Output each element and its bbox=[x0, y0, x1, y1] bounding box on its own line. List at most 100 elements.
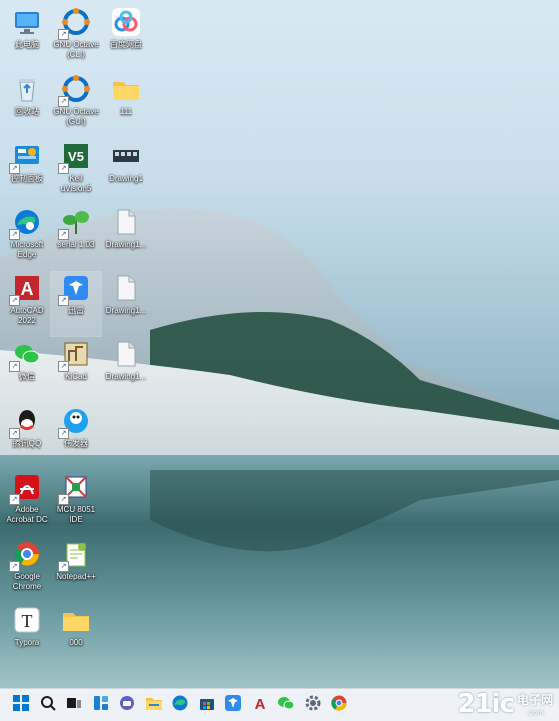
desktop-icon-label: Notepad++ bbox=[56, 572, 96, 581]
shortcut-arrow-icon: ↗ bbox=[9, 361, 20, 372]
folder-icon bbox=[110, 73, 142, 105]
desktop-icon-label: 百度网盘 bbox=[110, 40, 142, 49]
shortcut-arrow-icon: ↗ bbox=[58, 295, 69, 306]
desktop-icon[interactable]: ↗ KiCad bbox=[51, 338, 101, 402]
svg-text:A: A bbox=[21, 279, 34, 299]
shortcut-arrow-icon: ↗ bbox=[9, 295, 20, 306]
desktop-icon[interactable]: ↗ GNU Octave (CLI) bbox=[51, 6, 101, 70]
desktop-icon[interactable]: ↗ 伟发器 bbox=[51, 405, 101, 469]
desktop[interactable]: 此电脑 ↗ GNU Octave (CLI) 百度网盘回收站 ↗ GNU Octave (… bbox=[0, 0, 559, 688]
shortcut-arrow-icon: ↗ bbox=[58, 163, 69, 174]
shortcut-arrow-icon: ↗ bbox=[9, 561, 20, 572]
search-icon bbox=[39, 694, 57, 717]
desktop-icon-label: 000 bbox=[69, 638, 83, 647]
notepadpp-icon: ↗ bbox=[58, 538, 92, 572]
desktop-icon-label: 111 bbox=[119, 107, 133, 116]
watermark: 21ic 电子网 .com bbox=[457, 689, 553, 719]
shortcut-arrow-icon: ↗ bbox=[58, 229, 69, 240]
desktop-icon[interactable]: ↗ Notepad++ bbox=[51, 538, 101, 602]
desktop-icon[interactable]: 111 bbox=[101, 73, 151, 137]
desktop-icon[interactable]: ↗ 迅雷 bbox=[50, 271, 102, 337]
desktop-icon[interactable]: ↗ 微信 bbox=[2, 338, 52, 402]
desktop-icon[interactable]: V5 ↗ Keil uVision5 bbox=[51, 140, 101, 204]
shortcut-arrow-icon: ↗ bbox=[58, 361, 69, 372]
recycle-bin-icon bbox=[11, 73, 43, 105]
desktop-icon-label: Drawing1 bbox=[109, 174, 143, 183]
taskbar-autocad-button[interactable]: A bbox=[249, 694, 271, 716]
taskbar-xunlei-button[interactable] bbox=[222, 694, 244, 716]
chrome-icon bbox=[330, 694, 348, 717]
desktop-icon[interactable]: Drawing1... bbox=[101, 338, 151, 402]
desktop-icon[interactable]: ↗ 腾讯QQ bbox=[2, 405, 52, 469]
desktop-icon[interactable]: 此电脑 bbox=[2, 6, 52, 70]
xunlei-icon: ↗ bbox=[58, 272, 92, 306]
watermark-number: 21ic bbox=[457, 689, 515, 719]
shortcut-arrow-icon: ↗ bbox=[9, 229, 20, 240]
autocad-icon: A ↗ bbox=[9, 272, 43, 306]
folder-icon bbox=[60, 604, 92, 636]
desktop-icon-label: Drawing1... bbox=[105, 240, 147, 249]
file-explorer-icon bbox=[145, 694, 163, 717]
desktop-icon[interactable]: 000 bbox=[51, 604, 101, 668]
chat-icon bbox=[118, 694, 136, 717]
shortcut-arrow-icon: ↗ bbox=[58, 428, 69, 439]
taskbar-edge-button[interactable] bbox=[169, 694, 191, 716]
watermark-en: .com bbox=[526, 708, 544, 717]
desktop-icon[interactable]: 百度网盘 bbox=[101, 6, 151, 70]
file-icon bbox=[110, 338, 142, 370]
desktop-icon[interactable]: ↗ GNU Octave (GUI) bbox=[51, 73, 101, 137]
start-icon bbox=[12, 694, 30, 717]
desktop-icon[interactable]: Drawing1... bbox=[101, 206, 151, 270]
svg-text:A: A bbox=[254, 696, 265, 712]
compass-icon: ↗ bbox=[58, 405, 92, 439]
desktop-icon[interactable]: ↗ serial 1.03 bbox=[51, 206, 101, 270]
taskbar-wechat-button[interactable] bbox=[275, 694, 297, 716]
desktop-icon-label: Drawing1... bbox=[105, 372, 147, 381]
drawing-icon bbox=[110, 140, 142, 172]
taskbar-chrome-button[interactable] bbox=[328, 694, 350, 716]
desktop-icon[interactable]: A ↗ AutoCAD 2022 bbox=[2, 272, 52, 336]
desktop-icon[interactable]: 回收站 bbox=[2, 73, 52, 137]
chrome-icon: ↗ bbox=[9, 538, 43, 572]
autocad-icon: A bbox=[251, 694, 269, 717]
desktop-icon[interactable]: ↗ 控制面板 bbox=[2, 140, 52, 204]
taskbar-start-button[interactable] bbox=[10, 694, 32, 716]
taskbar-file-explorer-button[interactable] bbox=[143, 694, 165, 716]
desktop-icon[interactable]: ↗ Microsoft Edge bbox=[2, 206, 52, 270]
wechat-icon: ↗ bbox=[9, 338, 43, 372]
watermark-cn: 电子网 bbox=[516, 693, 553, 707]
taskbar-widgets-button[interactable] bbox=[90, 694, 112, 716]
kicad-icon: ↗ bbox=[58, 338, 92, 372]
settings-icon bbox=[304, 694, 322, 717]
taskbar-chat-button[interactable] bbox=[116, 694, 138, 716]
desktop-icon[interactable]: Drawing1... bbox=[101, 272, 151, 336]
desktop-icon[interactable]: T Typora bbox=[2, 604, 52, 668]
taskbar-store-button[interactable] bbox=[196, 694, 218, 716]
shortcut-arrow-icon: ↗ bbox=[9, 428, 20, 439]
taskbar-settings-button[interactable] bbox=[302, 694, 324, 716]
xunlei-icon bbox=[224, 694, 242, 717]
desktop-icon[interactable]: ↗ Adobe Acrobat DC bbox=[2, 471, 52, 535]
file-icon bbox=[110, 206, 142, 238]
desktop-icon[interactable]: ↗ MCU 8051 IDE bbox=[51, 471, 101, 535]
desktop-icon[interactable]: ↗ Google Chrome bbox=[2, 538, 52, 602]
pc-icon bbox=[11, 6, 43, 38]
taskbar-task-view-button[interactable] bbox=[63, 694, 85, 716]
edge-icon: ↗ bbox=[9, 206, 43, 240]
shortcut-arrow-icon: ↗ bbox=[9, 494, 20, 505]
desktop-icon-label: 伟发器 bbox=[64, 439, 88, 448]
octave-icon: ↗ bbox=[58, 73, 92, 107]
widgets-icon bbox=[92, 694, 110, 717]
octave-icon: ↗ bbox=[58, 6, 92, 40]
acrobat-icon: ↗ bbox=[9, 471, 43, 505]
control-panel-icon: ↗ bbox=[9, 140, 43, 174]
serial-icon: ↗ bbox=[58, 206, 92, 240]
store-icon bbox=[198, 694, 216, 717]
shortcut-arrow-icon: ↗ bbox=[58, 494, 69, 505]
shortcut-arrow-icon: ↗ bbox=[58, 561, 69, 572]
desktop-icon-label: MCU 8051 IDE bbox=[56, 505, 96, 524]
task-view-icon bbox=[65, 694, 83, 717]
desktop-icon[interactable]: Drawing1 bbox=[101, 140, 151, 204]
keil-icon: V5 ↗ bbox=[58, 140, 92, 174]
taskbar-search-button[interactable] bbox=[37, 694, 59, 716]
